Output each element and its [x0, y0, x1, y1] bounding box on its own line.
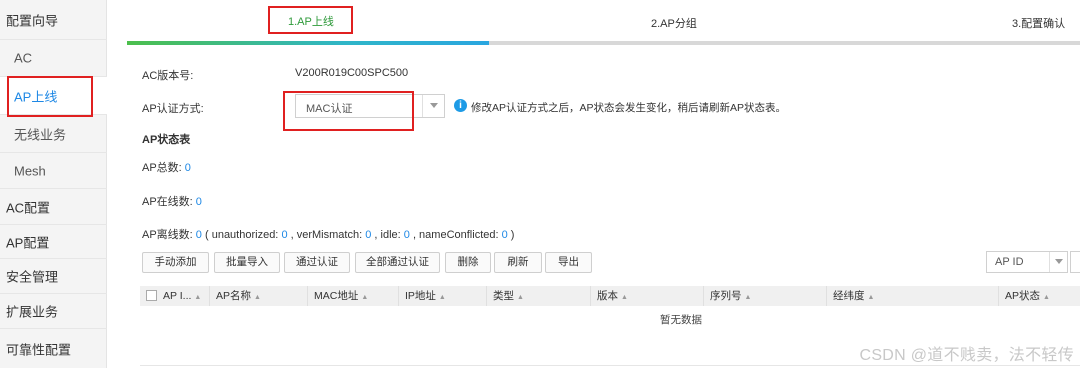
delete-button[interactable]: 删除: [445, 252, 491, 273]
ap-total-value[interactable]: 0: [185, 162, 191, 174]
approve-all-auth-button[interactable]: 全部通过认证: [355, 252, 440, 273]
ap-status-title: AP状态表: [142, 134, 191, 146]
sidebar-item-security[interactable]: 安全管理: [0, 259, 107, 294]
sidebar-item-label: 可靠性配置: [6, 342, 72, 357]
info-icon: i: [454, 99, 467, 112]
sidebar-item-label: 配置向导: [6, 13, 59, 28]
search-input[interactable]: [1070, 251, 1080, 273]
step-ap-group[interactable]: 2.AP分组: [651, 15, 697, 31]
vermismatch-value[interactable]: 0: [365, 229, 371, 241]
column-serial[interactable]: 序列号 ▲: [703, 286, 826, 306]
sidebar-item-mesh[interactable]: Mesh: [0, 153, 107, 189]
ap-total-stat: AP总数: 0: [142, 162, 191, 174]
table-empty-text: 暂无数据: [660, 314, 702, 326]
column-version[interactable]: 版本 ▲: [590, 286, 703, 306]
filter-field-value: AP ID: [995, 256, 1024, 268]
sort-icon[interactable]: ▲: [439, 294, 446, 301]
ap-online-stat: AP在线数: 0: [142, 196, 202, 208]
chevron-down-icon[interactable]: [422, 95, 444, 117]
column-mac[interactable]: MAC地址 ▲: [307, 286, 399, 306]
sidebar-item-ac[interactable]: AC: [0, 40, 107, 77]
select-all-checkbox[interactable]: [146, 290, 157, 301]
sort-icon[interactable]: ▲: [1043, 294, 1050, 301]
watermark-text: CSDN @道不贱卖，法不轻传: [859, 347, 1074, 364]
sidebar-item-extension[interactable]: 扩展业务: [0, 294, 107, 329]
filter-field-select[interactable]: AP ID: [986, 251, 1068, 273]
sidebar-item-label: 安全管理: [6, 269, 59, 285]
sort-icon[interactable]: ▲: [517, 294, 524, 301]
sidebar-item-ac-config[interactable]: AC配置: [0, 189, 107, 225]
column-ip[interactable]: IP地址 ▲: [398, 286, 486, 306]
column-ap-status[interactable]: AP状态 ▲: [998, 286, 1080, 306]
sidebar-item-wireless-service[interactable]: 无线业务: [0, 115, 107, 153]
sidebar-item-label: 无线业务: [14, 127, 67, 142]
sort-icon[interactable]: ▲: [194, 294, 201, 301]
wizard-progress-bar: [127, 41, 1080, 45]
sort-icon[interactable]: ▲: [621, 294, 628, 301]
sidebar-item-label: AP配置: [6, 235, 50, 250]
ap-online-value[interactable]: 0: [196, 196, 202, 208]
sidebar-item-ap-online[interactable]: AP上线: [0, 77, 107, 115]
ap-auth-select[interactable]: MAC认证: [295, 94, 445, 118]
sort-icon[interactable]: ▲: [868, 294, 875, 301]
manual-add-button[interactable]: 手动添加: [142, 252, 209, 273]
sidebar-item-config-wizard[interactable]: 配置向导: [0, 0, 107, 40]
sidebar-item-label: Mesh: [14, 163, 46, 178]
ap-auth-value: MAC认证: [306, 103, 353, 115]
nameconflicted-value[interactable]: 0: [502, 229, 508, 241]
sort-icon[interactable]: ▲: [745, 294, 752, 301]
table-header: AP I... ▲ AP名称 ▲ MAC地址 ▲ IP地址 ▲ 类型 ▲ 版本 ▲ 序列号 ▲…: [140, 286, 1080, 306]
ap-offline-value[interactable]: 0: [196, 229, 202, 241]
sidebar-item-label: AC: [14, 50, 33, 66]
chevron-down-icon[interactable]: [1049, 252, 1067, 272]
sidebar-item-ap-config[interactable]: AP配置: [0, 225, 107, 259]
step-config-confirm[interactable]: 3.配置确认: [1012, 15, 1065, 31]
sidebar: 配置向导 AC AP上线 无线业务 Mesh AC配置 AP配置 安全管理 扩展…: [0, 0, 107, 368]
auth-tip-text: 修改AP认证方式之后，AP状态会发生变化，稍后请刷新AP状态表。: [471, 102, 787, 114]
sort-icon[interactable]: ▲: [361, 294, 368, 301]
ap-offline-stat: AP离线数: 0 ( unauthorized: 0 , verMismatch…: [142, 229, 515, 241]
export-button[interactable]: 导出: [545, 252, 592, 273]
ac-version-value: V200R019C00SPC500: [295, 67, 409, 79]
batch-import-button[interactable]: 批量导入: [214, 252, 280, 273]
sidebar-item-label: 扩展业务: [6, 304, 59, 320]
wizard-progress-fill: [127, 41, 490, 45]
sidebar-item-reliability[interactable]: 可靠性配置: [0, 329, 107, 368]
step-ap-online[interactable]: 1.AP上线: [288, 13, 334, 29]
column-type[interactable]: 类型 ▲: [486, 286, 590, 306]
idle-value[interactable]: 0: [404, 229, 410, 241]
unauthorized-value[interactable]: 0: [281, 229, 287, 241]
refresh-button[interactable]: 刷新: [494, 252, 542, 273]
column-ap-id[interactable]: AP I... ▲: [157, 286, 209, 306]
ac-version-label: AC版本号:: [142, 70, 194, 82]
table-divider: [140, 365, 1080, 366]
sidebar-item-label: AC配置: [6, 200, 51, 215]
sort-icon[interactable]: ▲: [254, 294, 261, 301]
column-coordinates[interactable]: 经纬度 ▲: [826, 286, 998, 306]
sidebar-item-label: AP上线: [14, 89, 58, 104]
column-ap-name[interactable]: AP名称 ▲: [209, 286, 310, 306]
ap-auth-label: AP认证方式:: [142, 103, 204, 115]
approve-auth-button[interactable]: 通过认证: [284, 252, 350, 273]
